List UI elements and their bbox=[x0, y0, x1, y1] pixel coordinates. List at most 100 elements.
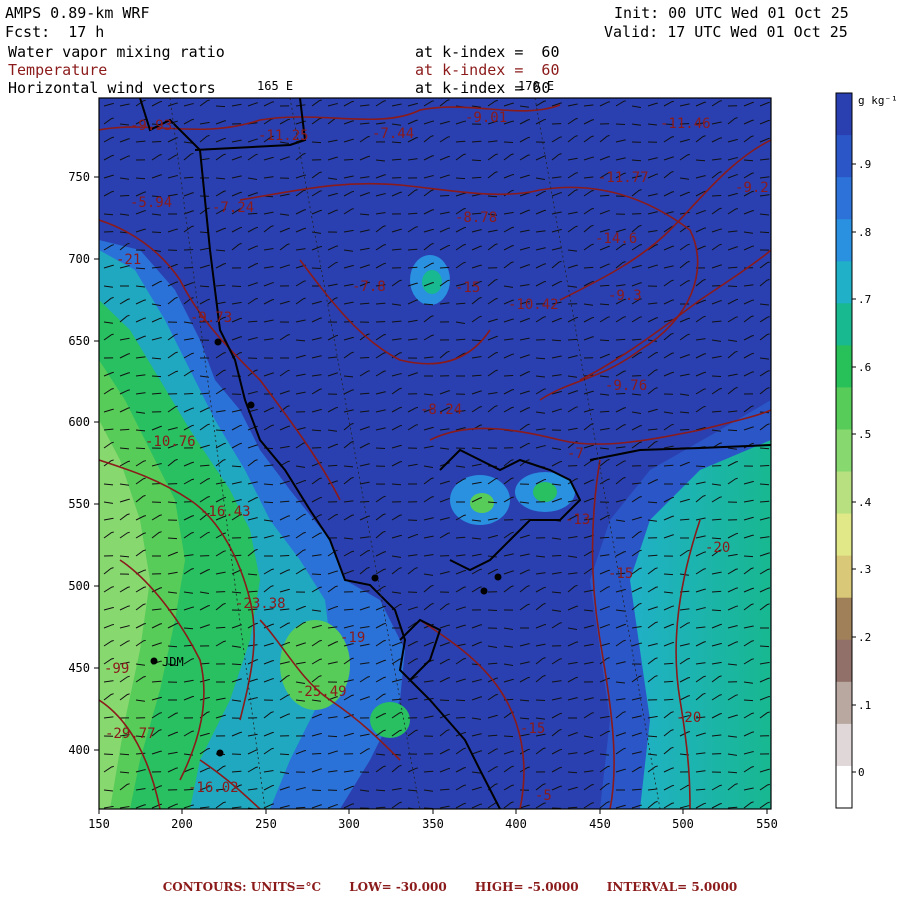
wind-barb bbox=[663, 573, 674, 576]
contour-label: -15 bbox=[455, 280, 480, 296]
contour-label: -9.2 bbox=[735, 180, 769, 196]
y-tick-label: 750 bbox=[68, 170, 90, 184]
contour-label: -25.49 bbox=[296, 684, 347, 700]
contour-label: -10.42 bbox=[508, 297, 559, 313]
wind-barb bbox=[215, 105, 226, 108]
wind-barb bbox=[119, 195, 130, 197]
x-tick-label: 250 bbox=[255, 817, 277, 831]
wind-barb bbox=[743, 699, 754, 702]
wind-barb bbox=[599, 536, 610, 539]
colorbar-swatch bbox=[836, 765, 852, 809]
x-tick-label: 150 bbox=[88, 817, 110, 831]
contour-label: -9.76 bbox=[605, 378, 647, 394]
wind-barb bbox=[231, 663, 242, 666]
wind-barb bbox=[215, 626, 226, 629]
wind-barb bbox=[439, 195, 450, 197]
wind-barb bbox=[711, 537, 722, 540]
contour-label: -11.77 bbox=[598, 170, 649, 186]
footer-contour-info: CONTOURS: UNITS=°C LOW= -30.000 HIGH= -5… bbox=[0, 880, 900, 894]
colorbar-swatch bbox=[836, 429, 852, 473]
wind-barb bbox=[743, 555, 754, 558]
contour-label: -9.73 bbox=[190, 310, 232, 326]
wind-barb bbox=[647, 501, 658, 504]
colorbar-swatch bbox=[836, 135, 852, 178]
wind-barb bbox=[263, 447, 274, 450]
contour-label: -10.76 bbox=[145, 434, 196, 450]
colorbar-swatch bbox=[836, 177, 852, 220]
wind-barb bbox=[727, 429, 738, 432]
wind-barb bbox=[215, 429, 226, 432]
y-tick-label: 550 bbox=[68, 497, 90, 511]
wind-barb bbox=[535, 699, 546, 701]
wind-barb bbox=[663, 698, 674, 701]
wind-barb bbox=[359, 501, 370, 503]
y-tick-label: 650 bbox=[68, 334, 90, 348]
contour-label: -9.93 bbox=[130, 118, 172, 134]
wind-barb bbox=[487, 609, 498, 611]
colorbar-swatch bbox=[836, 303, 852, 346]
wind-barb bbox=[711, 195, 722, 197]
contour-label: -16.43 bbox=[200, 504, 251, 520]
wind-barb bbox=[695, 465, 706, 468]
contour-label: -8.24 bbox=[420, 402, 462, 418]
wind-barb bbox=[135, 447, 146, 450]
footer-units: CONTOURS: UNITS=°C bbox=[162, 880, 322, 894]
wind-barb bbox=[439, 699, 450, 701]
contour-label: -5 bbox=[535, 788, 552, 804]
contour-label: -9.3 bbox=[608, 288, 642, 304]
map-figure: -9.93 -11.25 -7.44 -9.01 -11.46 -11.77 -9.2 -5.… bbox=[68, 92, 898, 831]
contour-label: -20 bbox=[705, 540, 730, 556]
wind-barb bbox=[279, 555, 290, 557]
x-tick-label: 500 bbox=[672, 817, 694, 831]
wind-barb bbox=[311, 267, 322, 269]
colorbar-unit: g kg⁻¹ bbox=[858, 94, 898, 107]
wind-barb bbox=[759, 483, 770, 486]
wind-barb bbox=[103, 753, 114, 755]
contour-label: -15 bbox=[520, 721, 545, 737]
wind-barb bbox=[183, 393, 194, 395]
contour-label: -13 bbox=[565, 512, 590, 528]
contour-label: -16.02 bbox=[188, 780, 239, 796]
colorbar-swatch bbox=[836, 681, 852, 725]
wind-barb bbox=[663, 662, 674, 665]
colorbar-swatch bbox=[836, 387, 852, 430]
wind-barb bbox=[711, 609, 722, 612]
wind-barb bbox=[599, 194, 610, 197]
contour-label: -99 bbox=[104, 661, 129, 677]
wind-barb bbox=[167, 537, 178, 540]
y-tick-label: 700 bbox=[68, 252, 90, 266]
wind-barb bbox=[231, 465, 242, 468]
wind-barb bbox=[711, 590, 722, 593]
y-tick-label: 600 bbox=[68, 415, 90, 429]
wind-barb bbox=[471, 176, 482, 179]
wind-barb bbox=[359, 357, 370, 359]
x-tick-label: 350 bbox=[422, 817, 444, 831]
wind-barb bbox=[471, 447, 482, 450]
colorbar-label: 0 bbox=[858, 766, 865, 779]
wind-barb bbox=[455, 717, 466, 719]
wind-barb bbox=[439, 266, 450, 269]
wind-barb bbox=[583, 266, 594, 269]
wind-barb bbox=[119, 428, 130, 431]
colorbar-swatch bbox=[836, 261, 852, 304]
station-label-jdm: JDM bbox=[162, 655, 184, 669]
wind-barb bbox=[615, 338, 626, 341]
colorbar-swatch bbox=[836, 639, 852, 683]
wind-barb bbox=[599, 303, 610, 306]
wind-barb bbox=[263, 483, 274, 486]
wind-barb bbox=[311, 573, 322, 575]
contour-label: -20 bbox=[676, 710, 701, 726]
wind-barb bbox=[423, 303, 434, 306]
wind-barb bbox=[503, 735, 514, 738]
colorbar-label: .1 bbox=[858, 699, 871, 712]
wind-barb bbox=[599, 284, 610, 287]
colorbar-label: .5 bbox=[858, 428, 871, 441]
wind-barb bbox=[263, 501, 274, 504]
wind-barb bbox=[727, 285, 738, 287]
wind-barb bbox=[151, 375, 162, 378]
wind-barb bbox=[135, 267, 146, 270]
colorbar-swatch bbox=[836, 471, 852, 515]
wind-barb bbox=[311, 141, 322, 144]
x-tick-label: 400 bbox=[505, 817, 527, 831]
contour-label: -23.38 bbox=[235, 596, 286, 612]
